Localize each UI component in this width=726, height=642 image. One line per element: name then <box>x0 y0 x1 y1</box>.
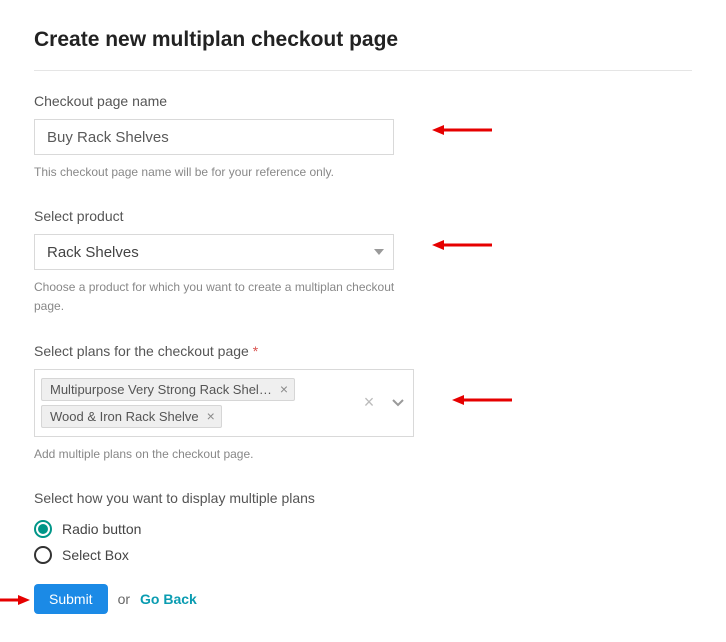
input-checkout-name[interactable] <box>34 119 394 155</box>
page-title: Create new multiplan checkout page <box>34 28 692 70</box>
radio-label: Radio button <box>62 521 141 537</box>
annotation-arrow <box>432 123 492 137</box>
clear-all-icon[interactable]: × <box>356 392 383 413</box>
close-icon[interactable]: × <box>207 409 215 423</box>
group-product: Select product Rack Shelves Choose a pro… <box>34 208 692 316</box>
or-text: or <box>118 591 130 607</box>
annotation-arrow <box>452 393 512 407</box>
group-checkout-name: Checkout page name This checkout page na… <box>34 93 692 182</box>
multiselect-controls: × <box>357 370 413 436</box>
radio-icon-selected <box>34 520 52 538</box>
radio-option-select-box[interactable]: Select Box <box>34 546 692 564</box>
label-checkout-name: Checkout page name <box>34 93 692 109</box>
annotation-arrow <box>0 593 30 607</box>
chip-label: Wood & Iron Rack Shelve <box>50 409 199 424</box>
close-icon[interactable]: × <box>280 382 288 396</box>
radio-label: Select Box <box>62 547 129 563</box>
chevron-down-icon[interactable] <box>382 399 414 407</box>
radio-option-radio-button[interactable]: Radio button <box>34 520 692 538</box>
help-product: Choose a product for which you want to c… <box>34 278 424 316</box>
group-display: Select how you want to display multiple … <box>34 490 692 564</box>
select-product-value: Rack Shelves <box>47 244 139 261</box>
chip-label: Multipurpose Very Strong Rack Shel… <box>50 382 272 397</box>
actions-row: Submit or Go Back <box>34 584 692 614</box>
submit-button[interactable]: Submit <box>34 584 108 614</box>
multiselect-plans[interactable]: Multipurpose Very Strong Rack Shel… × Wo… <box>34 369 414 437</box>
help-plans: Add multiple plans on the checkout page. <box>34 445 424 464</box>
chip-plan[interactable]: Multipurpose Very Strong Rack Shel… × <box>41 378 295 401</box>
select-product[interactable]: Rack Shelves <box>34 234 394 270</box>
label-plans: Select plans for the checkout page * <box>34 343 692 359</box>
label-plans-text: Select plans for the checkout page <box>34 343 249 359</box>
required-asterisk: * <box>253 343 258 359</box>
label-product: Select product <box>34 208 692 224</box>
annotation-arrow <box>432 238 492 252</box>
group-plans: Select plans for the checkout page * Mul… <box>34 343 692 464</box>
divider <box>34 70 692 71</box>
chip-plan[interactable]: Wood & Iron Rack Shelve × <box>41 405 222 428</box>
help-checkout-name: This checkout page name will be for your… <box>34 163 424 182</box>
label-display: Select how you want to display multiple … <box>34 490 692 506</box>
go-back-link[interactable]: Go Back <box>140 591 197 607</box>
radio-icon <box>34 546 52 564</box>
